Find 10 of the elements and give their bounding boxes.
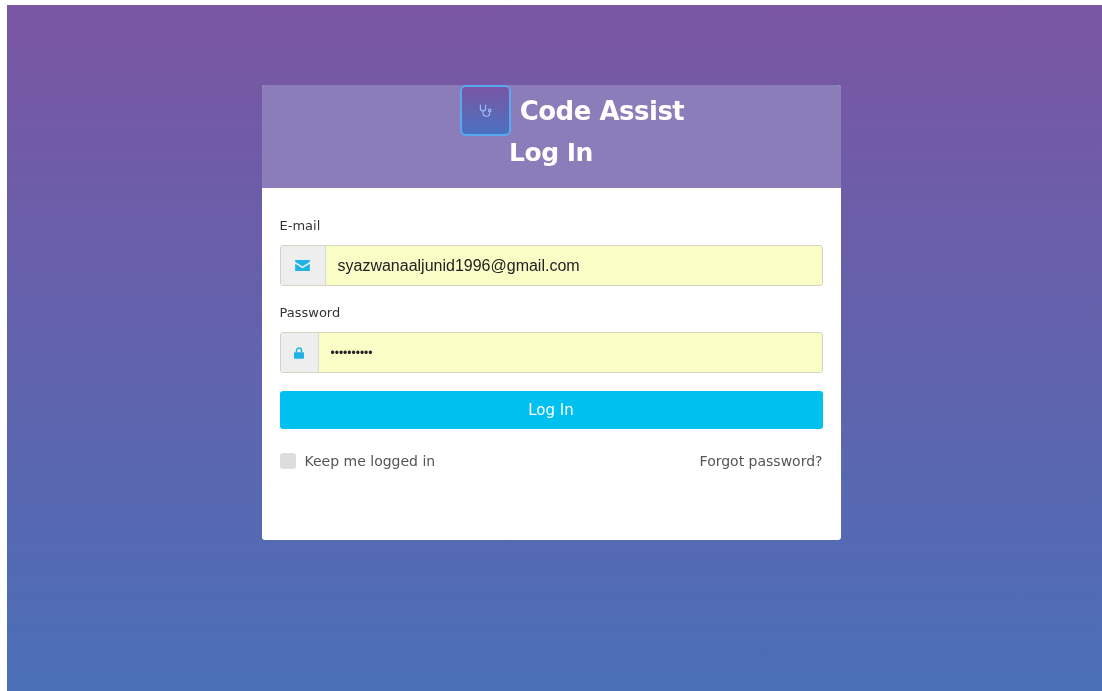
checkbox-label: Keep me logged in	[304, 453, 436, 469]
field-label: Password	[279, 305, 342, 320]
envelope-icon	[295, 260, 310, 271]
app-name: Code Assist	[519, 95, 685, 126]
forgot-password-link[interactable]: Forgot password?	[699, 453, 823, 469]
logo-icon	[459, 85, 511, 136]
lock-icon	[294, 346, 304, 359]
checkbox[interactable]	[279, 453, 296, 469]
page-title: Log In	[509, 138, 593, 167]
field-label: E-mail	[279, 218, 322, 233]
